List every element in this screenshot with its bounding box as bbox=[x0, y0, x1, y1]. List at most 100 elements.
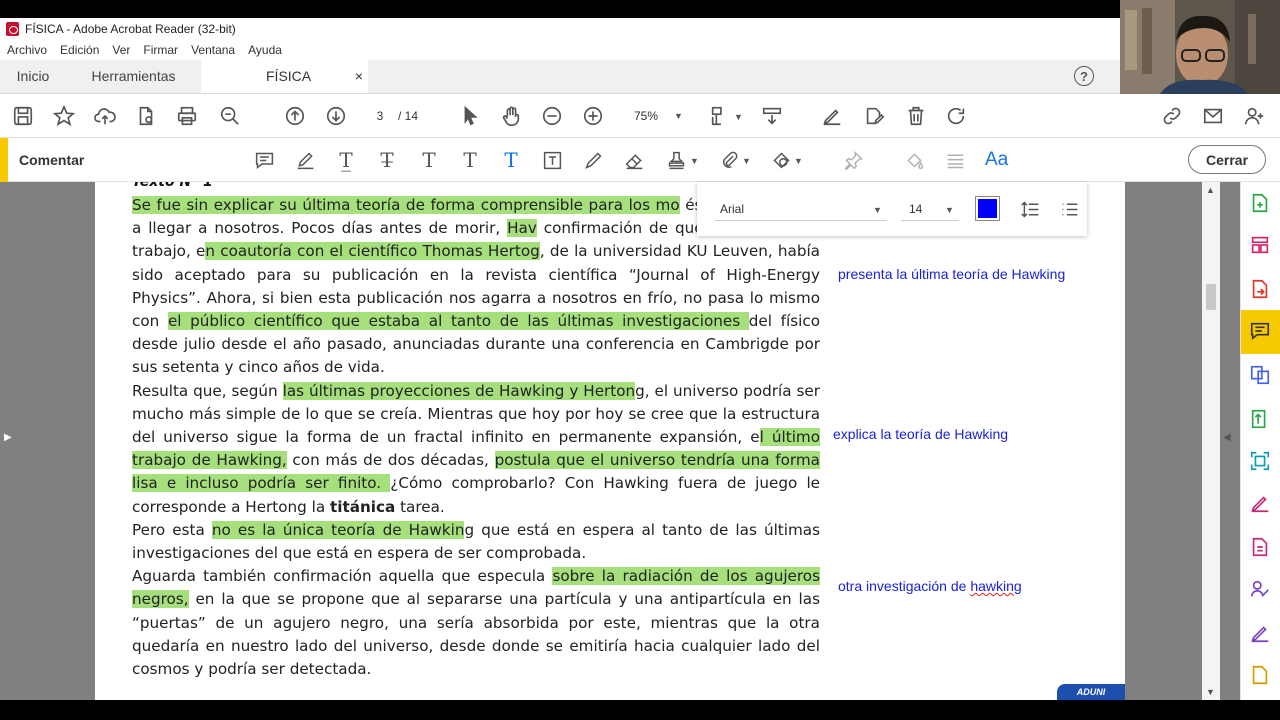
add-user-icon[interactable] bbox=[1242, 104, 1266, 128]
chevron-down-icon[interactable]: ▼ bbox=[873, 205, 882, 215]
document-paragraph: Resulta que, según las últimas proyeccio… bbox=[132, 380, 820, 519]
title-bar: FÍSICA - Adobe Acrobat Reader (32-bit) bbox=[0, 18, 1120, 40]
replace-text-icon[interactable]: T bbox=[418, 148, 440, 172]
bold-text: titánica bbox=[330, 497, 396, 516]
zoom-out-icon[interactable] bbox=[540, 104, 564, 128]
chevron-down-icon[interactable]: ▼ bbox=[794, 156, 803, 166]
scroll-down-icon[interactable]: ▼ bbox=[1206, 687, 1215, 697]
chevron-down-icon[interactable]: ▼ bbox=[742, 156, 751, 166]
scroll-thumb[interactable] bbox=[1206, 284, 1216, 310]
document-paragraph: Pero esta no es la única teoría de Hawki… bbox=[132, 519, 820, 565]
create-pdf-icon[interactable] bbox=[1249, 192, 1273, 216]
help-icon[interactable]: ? bbox=[1074, 66, 1094, 86]
page-tools-icon[interactable] bbox=[708, 104, 732, 128]
edit-pdf-icon[interactable] bbox=[862, 104, 886, 128]
insert-text-icon[interactable]: T bbox=[459, 148, 481, 172]
menu-archivo[interactable]: Archivo bbox=[7, 43, 47, 57]
current-page-input[interactable]: 3 bbox=[365, 105, 395, 127]
font-family-select[interactable]: Arial bbox=[720, 202, 744, 216]
zoom-select[interactable]: 75% ▼ bbox=[622, 105, 690, 127]
chevron-down-icon[interactable]: ▼ bbox=[690, 156, 699, 166]
draw-shapes-icon[interactable] bbox=[770, 149, 792, 171]
main-toolbar: 3 / 14 75% ▼ ▼ bbox=[0, 94, 1280, 138]
tab-herramientas[interactable]: Herramientas bbox=[66, 59, 201, 93]
close-comment-button[interactable]: Cerrar bbox=[1188, 145, 1266, 174]
protect-icon[interactable] bbox=[1249, 536, 1273, 560]
star-icon[interactable] bbox=[52, 104, 76, 128]
font-color-swatch[interactable] bbox=[975, 196, 1000, 221]
menu-ventana[interactable]: Ventana bbox=[191, 43, 235, 57]
compress-pdf-icon[interactable] bbox=[1249, 408, 1273, 432]
annotation-note-2[interactable]: explica la teoría de Hawking bbox=[833, 426, 1008, 442]
strikethrough-icon[interactable]: T̶ bbox=[376, 148, 398, 172]
menu-firmar[interactable]: Firmar bbox=[143, 43, 178, 57]
pin-icon[interactable] bbox=[842, 149, 864, 171]
vertical-scrollbar[interactable]: ▲ ▼ bbox=[1202, 182, 1220, 700]
scroll-up-icon[interactable]: ▲ bbox=[1206, 185, 1215, 195]
menu-ayuda[interactable]: Ayuda bbox=[248, 43, 282, 57]
hand-tool-icon[interactable] bbox=[499, 104, 523, 128]
highlighted-text: Se fue sin explicar su última teoría de … bbox=[132, 196, 680, 214]
export-pdf-icon[interactable] bbox=[1249, 278, 1273, 302]
zoom-in-icon[interactable] bbox=[581, 104, 605, 128]
text-format-icon[interactable]: Aa bbox=[985, 149, 1008, 171]
annotation-note-1[interactable]: presenta la última teoría de Hawking bbox=[838, 266, 1065, 282]
highlighted-text: el público científico que estaba al tant… bbox=[167, 312, 749, 331]
line-spacing-icon[interactable] bbox=[1019, 198, 1041, 220]
scan-ocr-icon[interactable] bbox=[1249, 450, 1273, 474]
tab-inicio[interactable]: Inicio bbox=[0, 59, 66, 93]
cloud-upload-icon[interactable] bbox=[93, 104, 117, 128]
combine-files-icon[interactable] bbox=[1249, 364, 1273, 388]
delete-icon[interactable] bbox=[904, 104, 928, 128]
tab-row: Inicio Herramientas FÍSICA × ? bbox=[0, 59, 1120, 94]
paragraph-text: Pero esta bbox=[132, 520, 212, 539]
page-down-icon[interactable] bbox=[324, 104, 348, 128]
stamp-icon[interactable] bbox=[665, 149, 687, 171]
eraser-icon[interactable] bbox=[623, 149, 645, 171]
chevron-down-icon[interactable]: ▼ bbox=[734, 112, 743, 122]
pdf-page: Texto N° 1 Se fue sin explicar su última… bbox=[95, 182, 1125, 700]
email-icon[interactable] bbox=[1201, 104, 1225, 128]
fill-color-icon[interactable] bbox=[903, 149, 925, 171]
webcam-overlay bbox=[1120, 0, 1280, 94]
save-icon[interactable] bbox=[11, 104, 35, 128]
attach-icon[interactable] bbox=[718, 149, 740, 171]
pencil-icon[interactable] bbox=[582, 149, 604, 171]
file-search-icon[interactable] bbox=[134, 104, 158, 128]
right-panel-toggle-icon[interactable]: ◀ bbox=[1223, 432, 1231, 443]
aduni-logo: ADUNI bbox=[1057, 684, 1125, 700]
select-cursor-icon[interactable] bbox=[458, 104, 482, 128]
request-sign-icon[interactable] bbox=[1249, 578, 1273, 602]
list-icon[interactable] bbox=[1058, 198, 1080, 220]
add-text-icon[interactable]: T bbox=[500, 148, 522, 172]
fill-sign-icon[interactable] bbox=[1249, 492, 1273, 516]
organize-pages-icon[interactable] bbox=[1249, 234, 1273, 258]
close-tab-icon[interactable]: × bbox=[355, 68, 363, 84]
screen-bottom-edge bbox=[0, 700, 1280, 720]
tab-document-label: FÍSICA bbox=[266, 68, 312, 84]
zoom-search-icon[interactable] bbox=[218, 104, 242, 128]
tab-document[interactable]: FÍSICA × bbox=[201, 59, 368, 93]
text-box-icon[interactable] bbox=[541, 149, 563, 171]
more-tools-icon[interactable] bbox=[1249, 664, 1273, 688]
page-up-icon[interactable] bbox=[283, 104, 307, 128]
link-share-icon[interactable] bbox=[1160, 104, 1184, 128]
underline-text-icon[interactable]: T̲ bbox=[335, 148, 357, 172]
sticky-note-icon[interactable] bbox=[253, 149, 275, 171]
highlighter-icon[interactable] bbox=[294, 149, 316, 171]
comment-tool-icon[interactable] bbox=[1249, 320, 1273, 344]
menu-edicion[interactable]: Edición bbox=[60, 43, 99, 57]
print-icon[interactable] bbox=[175, 104, 199, 128]
comment-label: Comentar bbox=[19, 152, 85, 168]
annotation-note-3[interactable]: otra investigación de hawking bbox=[838, 578, 1022, 594]
rotate-icon[interactable] bbox=[944, 104, 968, 128]
line-weight-icon[interactable] bbox=[944, 149, 966, 171]
send-sign-icon[interactable] bbox=[1249, 622, 1273, 646]
menu-ver[interactable]: Ver bbox=[112, 43, 130, 57]
sign-icon[interactable] bbox=[820, 104, 844, 128]
chevron-down-icon[interactable]: ▼ bbox=[945, 205, 954, 215]
menu-bar: Archivo Edición Ver Firmar Ventana Ayuda bbox=[0, 40, 1120, 60]
scroll-mode-icon[interactable] bbox=[760, 104, 784, 128]
left-panel-toggle-icon[interactable]: ▶ bbox=[4, 432, 12, 443]
font-size-select[interactable]: 14 bbox=[909, 202, 922, 216]
